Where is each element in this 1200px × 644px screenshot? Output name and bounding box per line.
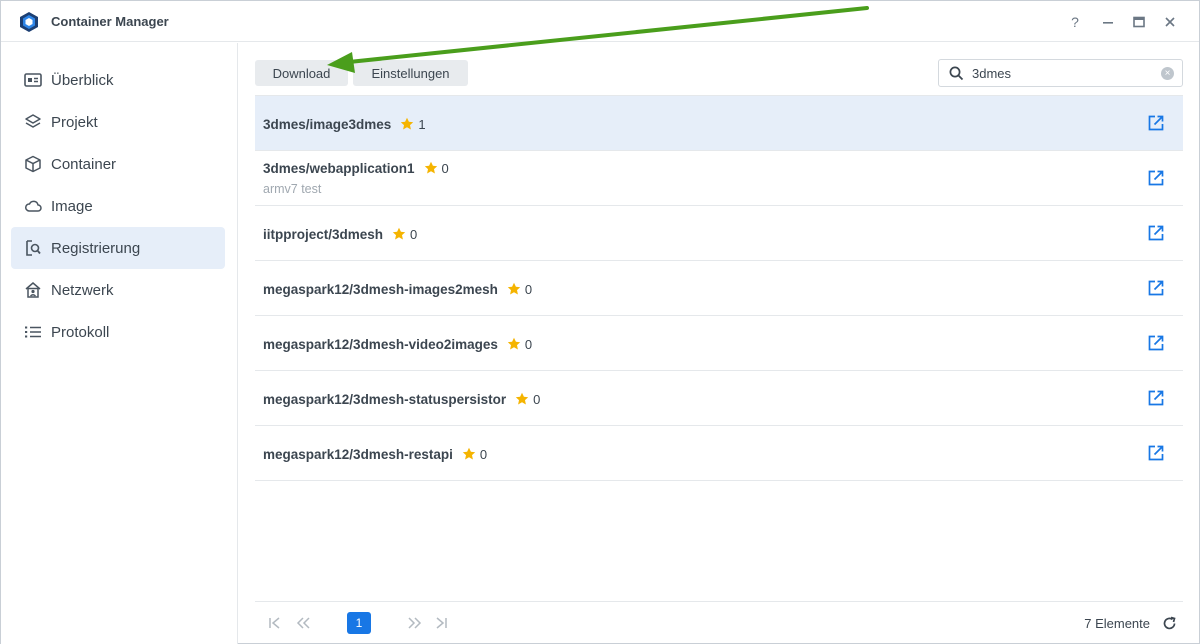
close-icon (1165, 17, 1175, 27)
current-page-button[interactable]: 1 (347, 612, 371, 634)
sidebar-item-network[interactable]: Netzwerk (11, 269, 225, 311)
list-item[interactable]: megaspark12/3dmesh-images2mesh 0 (255, 261, 1183, 316)
repository-description: armv7 test (263, 182, 322, 196)
external-link-icon[interactable] (1147, 114, 1165, 132)
double-chevron-left-icon (296, 617, 310, 629)
repository-name: 3dmes/image3dmes (263, 116, 392, 132)
list-item[interactable]: 3dmes/image3dmes 1 (255, 96, 1183, 151)
star-count: 0 (410, 226, 418, 242)
sidebar-item-label: Netzwerk (51, 281, 114, 299)
star-icon (507, 337, 521, 350)
download-button[interactable]: Download (255, 60, 348, 86)
previous-page-button[interactable] (293, 612, 313, 634)
maximize-icon (1133, 16, 1145, 28)
toolbar: Download Einstellungen × (239, 43, 1199, 95)
sidebar-item-log[interactable]: Protokoll (11, 311, 225, 353)
total-count: 7 Elemente (1084, 616, 1150, 631)
double-chevron-right-icon (408, 617, 422, 629)
first-page-icon (269, 617, 280, 629)
cube-icon (24, 155, 42, 173)
repository-name: iitpproject/3dmesh (263, 226, 384, 242)
search-box: × (938, 59, 1183, 87)
help-icon: ? (1071, 14, 1079, 30)
sidebar-item-label: Container (51, 155, 117, 173)
list-item[interactable]: megaspark12/3dmesh-restapi 0 (255, 426, 1183, 481)
list-item[interactable]: 3dmes/webapplication1 0 armv7 test (255, 151, 1183, 206)
star-icon (507, 282, 521, 295)
star-count: 1 (418, 116, 426, 132)
window-title: Container Manager (51, 14, 169, 29)
layers-icon (24, 113, 42, 131)
clear-search-icon[interactable]: × (1161, 67, 1174, 80)
main-panel: Download Einstellungen × 3dmes/image3dme… (239, 43, 1199, 644)
sidebar-item-container[interactable]: Container (11, 143, 225, 185)
star-count: 0 (524, 281, 533, 297)
star-count: 0 (533, 391, 541, 407)
sidebar-item-label: Überblick (51, 71, 114, 89)
search-input[interactable] (972, 64, 1152, 82)
repository-name: megaspark12/3dmesh-video2images (263, 336, 498, 352)
sidebar-item-project[interactable]: Projekt (11, 101, 225, 143)
maximize-button[interactable] (1129, 12, 1149, 32)
list-icon (24, 323, 42, 341)
list-item[interactable]: megaspark12/3dmesh-video2images 0 (255, 316, 1183, 371)
external-link-icon[interactable] (1147, 334, 1165, 352)
first-page-button[interactable] (267, 612, 283, 634)
next-page-button[interactable] (405, 612, 425, 634)
star-icon (392, 227, 406, 240)
title-bar: Container Manager ? (1, 1, 1199, 42)
external-link-icon[interactable] (1147, 169, 1165, 187)
overview-icon (24, 71, 42, 89)
last-page-icon (436, 617, 447, 629)
sidebar-item-label: Image (51, 197, 93, 215)
external-link-icon[interactable] (1147, 279, 1165, 297)
network-icon (24, 281, 42, 299)
registry-results-list: 3dmes/image3dmes 1 3dmes/webapplication1… (255, 95, 1183, 481)
sidebar-item-image[interactable]: Image (11, 185, 225, 227)
star-icon (401, 117, 414, 130)
list-item[interactable]: iitpproject/3dmesh 0 (255, 206, 1183, 261)
repository-name: megaspark12/3dmesh-restapi (263, 446, 453, 462)
list-item[interactable]: megaspark12/3dmesh-statuspersistor 0 (255, 371, 1183, 426)
external-link-icon[interactable] (1147, 389, 1165, 407)
sidebar-item-overview[interactable]: Überblick (11, 59, 225, 101)
registry-search-icon (24, 239, 42, 257)
minimize-icon (1103, 22, 1113, 24)
star-count: 0 (524, 336, 533, 352)
refresh-icon[interactable] (1162, 616, 1177, 631)
sidebar-item-registry[interactable]: Registrierung (11, 227, 225, 269)
star-icon (424, 161, 437, 174)
close-button[interactable] (1160, 12, 1180, 32)
settings-button[interactable]: Einstellungen (353, 60, 468, 86)
sidebar-item-label: Registrierung (51, 239, 141, 257)
star-count: 0 (441, 160, 449, 176)
sidebar-item-label: Protokoll (51, 323, 110, 341)
search-icon (949, 66, 964, 81)
sidebar-item-label: Projekt (51, 113, 98, 131)
external-link-icon[interactable] (1147, 224, 1165, 242)
repository-name: megaspark12/3dmesh-statuspersistor (263, 391, 507, 407)
help-button[interactable]: ? (1065, 12, 1085, 32)
star-icon (462, 447, 476, 460)
sidebar: Überblick Projekt Container Image Regist… (1, 43, 238, 644)
repository-name: megaspark12/3dmesh-images2mesh (263, 281, 498, 297)
pagination-bar: 1 7 Elemente (255, 601, 1183, 641)
repository-name: 3dmes/webapplication1 (263, 160, 415, 176)
minimize-button[interactable] (1098, 12, 1118, 32)
container-manager-logo-icon (20, 12, 38, 32)
app-window: Container Manager ? Überblick Projekt Co… (0, 0, 1200, 644)
cloud-icon (24, 197, 42, 215)
last-page-button[interactable] (433, 612, 449, 634)
star-icon (515, 392, 529, 405)
star-count: 0 (479, 446, 488, 462)
external-link-icon[interactable] (1147, 444, 1165, 462)
